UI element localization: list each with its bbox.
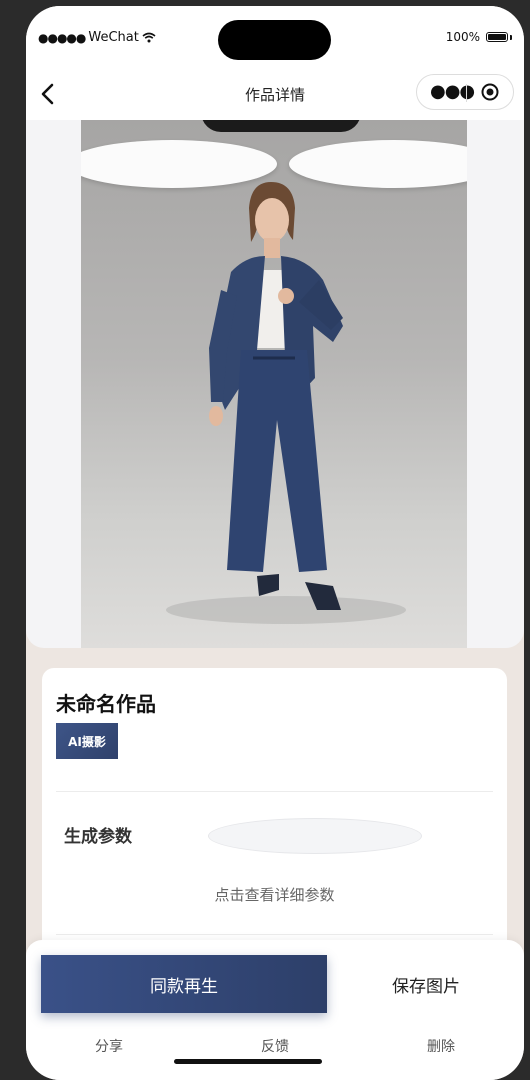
- divider: [56, 791, 493, 792]
- secondary-actions: 分享 反馈 删除: [26, 1036, 524, 1056]
- model-figure: [166, 182, 406, 624]
- battery-percentage: 100%: [445, 30, 480, 44]
- more-dots-icon[interactable]: ●●●: [430, 83, 475, 101]
- feedback-button[interactable]: 反馈: [192, 1036, 358, 1056]
- divider: [56, 934, 493, 935]
- close-target-icon[interactable]: [481, 83, 499, 101]
- regenerate-button[interactable]: 同款再生: [41, 955, 327, 1013]
- view-params-link[interactable]: 点击查看详细参数: [42, 884, 507, 905]
- ai-photo-tag: AI摄影: [56, 723, 118, 759]
- save-image-button[interactable]: 保存图片: [346, 955, 506, 1013]
- battery-info: 100%: [446, 30, 512, 44]
- params-placeholder: [208, 818, 422, 854]
- status-bar: ●●●●● WeChat 100%: [26, 6, 524, 68]
- work-title: 未命名作品: [56, 692, 156, 716]
- home-indicator: [174, 1059, 322, 1064]
- work-info-card: 未命名作品 AI摄影 生成参数 点击查看详细参数: [42, 668, 507, 968]
- dynamic-island: [218, 20, 331, 60]
- artwork-photo[interactable]: [81, 120, 467, 648]
- artwork-image-area: [26, 120, 524, 648]
- share-button[interactable]: 分享: [26, 1036, 192, 1056]
- delete-button[interactable]: 删除: [358, 1036, 524, 1056]
- carrier-name: WeChat: [88, 30, 139, 45]
- wifi-icon: [142, 32, 156, 43]
- carrier-info: ●●●●● WeChat: [38, 30, 156, 45]
- battery-icon: [486, 32, 508, 42]
- nav-bar: 作品详情 ●●●: [26, 68, 524, 120]
- capsule-divider: [466, 84, 467, 102]
- params-label: 生成参数: [64, 827, 132, 847]
- battery-tip: [510, 34, 512, 40]
- mini-program-capsule: ●●●: [416, 74, 514, 110]
- phone-screen: ●●●●● WeChat 100% 作品详情 ●●● 未命名作品 AI摄影 生成…: [26, 6, 524, 1080]
- signal-dots-icon: ●●●●●: [38, 30, 86, 45]
